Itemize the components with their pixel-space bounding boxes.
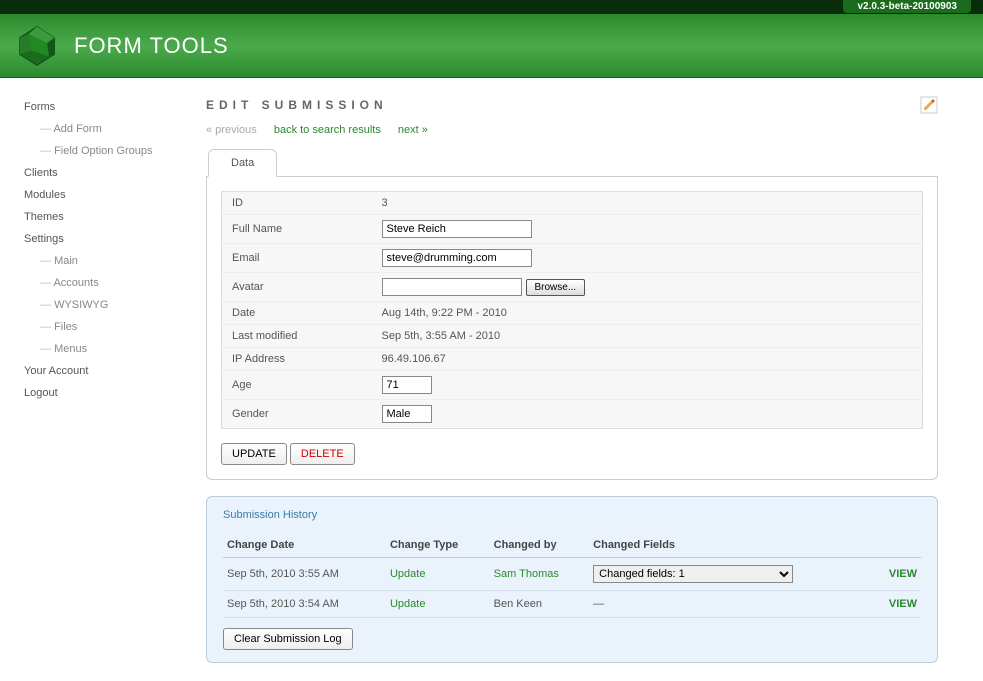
- hist-view-link[interactable]: VIEW: [889, 598, 917, 610]
- hist-fields-select[interactable]: Changed fields: 1: [593, 565, 793, 583]
- value-ip: 96.49.106.67: [372, 348, 923, 371]
- form-table: ID 3 Full Name Email Avatar Browse...: [221, 191, 923, 429]
- nav-prev: « previous: [206, 124, 257, 136]
- history-row: Sep 5th, 2010 3:55 AM Update Sam Thomas …: [223, 558, 921, 591]
- hist-header-by: Changed by: [490, 533, 590, 558]
- nav-row: « previous back to search results next »: [206, 124, 938, 136]
- update-button[interactable]: UPDATE: [221, 443, 287, 465]
- history-table: Change Date Change Type Changed by Chang…: [223, 533, 921, 618]
- sidebar: Forms Add Form Field Option Groups Clien…: [12, 96, 192, 663]
- hist-fields-dash: —: [589, 591, 872, 618]
- sidebar-item-add-form[interactable]: Add Form: [12, 118, 192, 140]
- value-date: Aug 14th, 9:22 PM - 2010: [372, 302, 923, 325]
- sidebar-item-forms[interactable]: Forms: [12, 96, 192, 118]
- label-ip: IP Address: [222, 348, 372, 371]
- label-date: Date: [222, 302, 372, 325]
- input-gender[interactable]: [382, 405, 432, 423]
- hist-by: Ben Keen: [490, 591, 590, 618]
- hist-type-link[interactable]: Update: [390, 568, 425, 580]
- sidebar-item-main[interactable]: Main: [12, 250, 192, 272]
- value-modified: Sep 5th, 3:55 AM - 2010: [372, 325, 923, 348]
- sidebar-item-files[interactable]: Files: [12, 316, 192, 338]
- label-fullname: Full Name: [222, 215, 372, 244]
- nav-back[interactable]: back to search results: [274, 124, 381, 136]
- app-title: FORM TOOLS: [74, 33, 229, 59]
- sidebar-item-modules[interactable]: Modules: [12, 184, 192, 206]
- logo-icon: [14, 23, 60, 69]
- sidebar-item-settings[interactable]: Settings: [12, 228, 192, 250]
- version-badge: v2.0.3-beta-20100903: [843, 0, 971, 13]
- hist-header-fields: Changed Fields: [589, 533, 872, 558]
- page-title: EDIT SUBMISSION: [206, 98, 388, 112]
- label-avatar: Avatar: [222, 273, 372, 302]
- sidebar-item-logout[interactable]: Logout: [12, 382, 192, 404]
- history-row: Sep 5th, 2010 3:54 AM Update Ben Keen — …: [223, 591, 921, 618]
- version-bar: v2.0.3-beta-20100903: [0, 0, 983, 14]
- hist-by-link[interactable]: Sam Thomas: [494, 568, 559, 580]
- label-gender: Gender: [222, 400, 372, 429]
- history-title: Submission History: [223, 509, 921, 521]
- header: FORM TOOLS: [0, 14, 983, 78]
- main: EDIT SUBMISSION « previous back to searc…: [192, 96, 952, 663]
- edit-icon[interactable]: [920, 96, 938, 114]
- sidebar-item-accounts[interactable]: Accounts: [12, 272, 192, 294]
- sidebar-item-your-account[interactable]: Your Account: [12, 360, 192, 382]
- history-panel: Submission History Change Date Change Ty…: [206, 496, 938, 663]
- label-age: Age: [222, 371, 372, 400]
- tab-data[interactable]: Data: [208, 149, 277, 177]
- hist-header-date: Change Date: [223, 533, 386, 558]
- hist-view-link[interactable]: VIEW: [889, 568, 917, 580]
- sidebar-item-clients[interactable]: Clients: [12, 162, 192, 184]
- clear-log-button[interactable]: Clear Submission Log: [223, 628, 353, 650]
- sidebar-item-themes[interactable]: Themes: [12, 206, 192, 228]
- input-fullname[interactable]: [382, 220, 532, 238]
- sidebar-item-menus[interactable]: Menus: [12, 338, 192, 360]
- hist-date: Sep 5th, 2010 3:55 AM: [223, 558, 386, 591]
- input-avatar[interactable]: [382, 278, 522, 296]
- tab-bar: Data: [206, 148, 938, 177]
- input-email[interactable]: [382, 249, 532, 267]
- label-email: Email: [222, 244, 372, 273]
- label-modified: Last modified: [222, 325, 372, 348]
- value-id: 3: [372, 192, 923, 215]
- nav-next[interactable]: next »: [398, 124, 428, 136]
- sidebar-item-field-option-groups[interactable]: Field Option Groups: [12, 140, 192, 162]
- label-id: ID: [222, 192, 372, 215]
- form-panel: ID 3 Full Name Email Avatar Browse...: [206, 177, 938, 480]
- sidebar-item-wysiwyg[interactable]: WYSIWYG: [12, 294, 192, 316]
- delete-button[interactable]: DELETE: [290, 443, 355, 465]
- hist-date: Sep 5th, 2010 3:54 AM: [223, 591, 386, 618]
- hist-type-link[interactable]: Update: [390, 598, 425, 610]
- input-age[interactable]: [382, 376, 432, 394]
- browse-button[interactable]: Browse...: [526, 279, 586, 296]
- hist-header-type: Change Type: [386, 533, 490, 558]
